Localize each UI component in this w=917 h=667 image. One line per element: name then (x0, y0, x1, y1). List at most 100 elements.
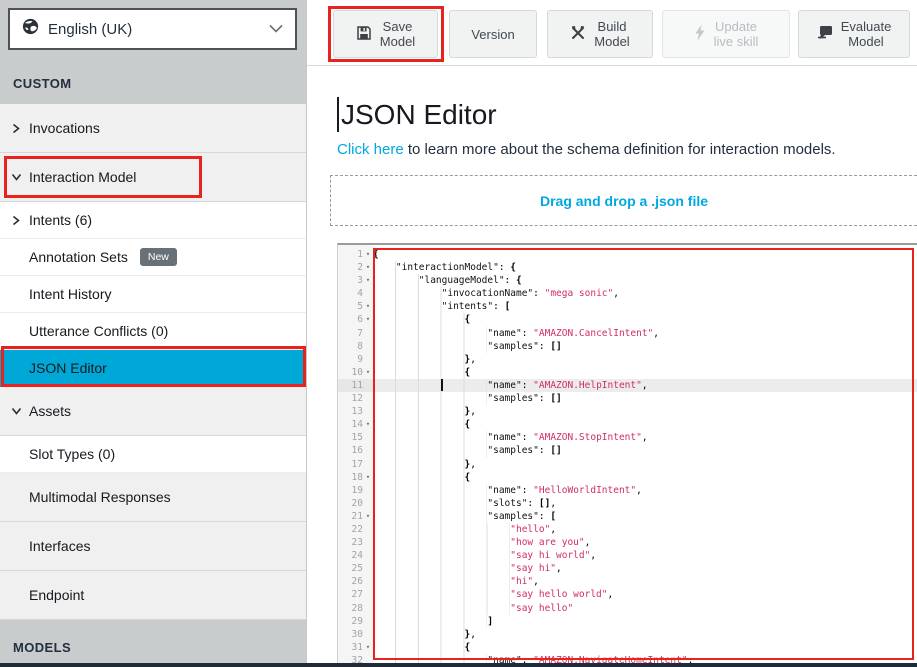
fold-arrow-icon[interactable]: ▾ (363, 261, 373, 274)
gutter-line-2[interactable]: 2▾ (338, 261, 373, 274)
gutter-line-3[interactable]: 3▾ (338, 274, 373, 287)
button-label: Evaluate Model (841, 19, 892, 49)
gutter-line-29[interactable]: 29 (338, 615, 373, 628)
gutter-line-10[interactable]: 10▾ (338, 366, 373, 379)
sidebar-item-assets[interactable]: Assets (0, 387, 306, 436)
section-models-label: MODELS (13, 640, 71, 655)
sidebar-item-label: Utterance Conflicts (0) (0, 323, 168, 339)
gutter-line-12[interactable]: 12 (338, 392, 373, 405)
new-badge: New (140, 248, 177, 266)
code-line-11: "name": "AMAZON.HelpIntent", (373, 379, 917, 392)
gutter-line-8[interactable]: 8 (338, 340, 373, 353)
chevron-down-icon (269, 20, 283, 38)
chevron-right-icon[interactable] (11, 123, 22, 134)
fold-arrow-icon[interactable]: ▾ (363, 313, 373, 326)
gutter-line-26[interactable]: 26 (338, 575, 373, 588)
json-dropzone[interactable]: Drag and drop a .json file (330, 175, 917, 226)
save-model-button[interactable]: Save Model (333, 10, 438, 58)
code-line-22: "hello", (373, 523, 917, 536)
code-line-23: "how are you", (373, 536, 917, 549)
gutter-line-24[interactable]: 24 (338, 549, 373, 562)
code-line-14: { (373, 418, 917, 431)
fold-arrow-icon[interactable]: ▾ (363, 510, 373, 523)
chevron-down-icon[interactable] (11, 406, 22, 417)
text-caret (337, 97, 339, 132)
sidebar-item-interaction-model[interactable]: Interaction Model (0, 153, 306, 202)
sidebar-item-utterance-conflicts-0[interactable]: Utterance Conflicts (0) (0, 313, 306, 350)
fold-arrow-icon[interactable]: ▾ (363, 366, 373, 379)
sidebar-item-intents-6[interactable]: Intents (6) (0, 202, 306, 239)
fold-arrow-icon[interactable]: ▾ (363, 418, 373, 431)
gutter-line-16[interactable]: 16 (338, 444, 373, 457)
code-line-1: { (373, 248, 917, 261)
code-line-20: "slots": [], (373, 497, 917, 510)
code-line-10: { (373, 366, 917, 379)
sidebar-item-label: Interfaces (0, 538, 90, 554)
sidebar-footer: MODELS (0, 620, 306, 667)
sidebar-item-intent-history[interactable]: Intent History (0, 276, 306, 313)
gutter-line-18[interactable]: 18▾ (338, 471, 373, 484)
sidebar-item-multimodal-responses[interactable]: Multimodal Responses (0, 473, 306, 522)
build-model-button[interactable]: Build Model (547, 10, 653, 58)
code-line-28: "say hello" (373, 602, 917, 615)
gutter-line-7[interactable]: 7 (338, 327, 373, 340)
fold-arrow-icon[interactable]: ▾ (363, 471, 373, 484)
code-line-15: "name": "AMAZON.StopIntent", (373, 431, 917, 444)
gutter-line-27[interactable]: 27 (338, 588, 373, 601)
sidebar: English (UK) CUSTOM InvocationsInteracti… (0, 0, 307, 667)
gutter-line-23[interactable]: 23 (338, 536, 373, 549)
gutter-line-19[interactable]: 19 (338, 484, 373, 497)
gutter-line-31[interactable]: 31▾ (338, 641, 373, 654)
gutter-line-17[interactable]: 17 (338, 458, 373, 471)
click-here-link[interactable]: Click here (337, 141, 404, 158)
sidebar-item-label: Annotation Sets (0, 249, 128, 265)
gutter-line-15[interactable]: 15 (338, 431, 373, 444)
globe-icon (22, 18, 39, 40)
code-line-24: "say hi world", (373, 549, 917, 562)
sidebar-item-json-editor[interactable]: JSON Editor (0, 350, 306, 387)
code-line-25: "say hi", (373, 562, 917, 575)
gutter-line-25[interactable]: 25 (338, 562, 373, 575)
sidebar-item-annotation-sets[interactable]: Annotation Sets New (0, 239, 306, 276)
code-line-12: "samples": [] (373, 392, 917, 405)
gutter-line-22[interactable]: 22 (338, 523, 373, 536)
code-line-21: "samples": [ (373, 510, 917, 523)
sidebar-item-label: Slot Types (0) (0, 446, 115, 462)
gutter-line-13[interactable]: 13 (338, 405, 373, 418)
gutter-line-1[interactable]: 1▾ (338, 248, 373, 261)
chevron-down-icon[interactable] (11, 172, 22, 183)
gutter-line-14[interactable]: 14▾ (338, 418, 373, 431)
version-button[interactable]: Version (449, 10, 537, 58)
gutter-line-21[interactable]: 21▾ (338, 510, 373, 523)
code-line-17: }, (373, 458, 917, 471)
gutter-line-28[interactable]: 28 (338, 602, 373, 615)
gutter-line-4[interactable]: 4 (338, 287, 373, 300)
update-live-skill-button: Update live skill (662, 10, 790, 58)
chevron-right-icon[interactable] (11, 215, 22, 226)
gutter-line-11[interactable]: 11 (338, 379, 373, 392)
editor-gutter[interactable]: 1▾2▾3▾45▾6▾78910▾11121314▾15161718▾19202… (338, 245, 373, 667)
json-code-editor[interactable]: 1▾2▾3▾45▾6▾78910▾11121314▾15161718▾19202… (337, 243, 917, 667)
bolt-icon (694, 24, 706, 44)
save-icon (356, 25, 372, 44)
bottom-bar (0, 663, 917, 667)
gutter-line-6[interactable]: 6▾ (338, 313, 373, 326)
evaluate-model-button[interactable]: Evaluate Model (798, 10, 910, 58)
gutter-line-20[interactable]: 20 (338, 497, 373, 510)
sidebar-item-endpoint[interactable]: Endpoint (0, 571, 306, 620)
code-line-27: "say hello world", (373, 588, 917, 601)
sidebar-item-interfaces[interactable]: Interfaces (0, 522, 306, 571)
gutter-line-30[interactable]: 30 (338, 628, 373, 641)
sidebar-item-invocations[interactable]: Invocations (0, 104, 306, 153)
gutter-line-9[interactable]: 9 (338, 353, 373, 366)
fold-arrow-icon[interactable]: ▾ (363, 300, 373, 313)
sidebar-item-slot-types-0[interactable]: Slot Types (0) (0, 436, 306, 473)
language-selector[interactable]: English (UK) (8, 8, 297, 50)
sidebar-item-label: Endpoint (0, 587, 84, 603)
fold-arrow-icon[interactable]: ▾ (363, 248, 373, 261)
fold-arrow-icon[interactable]: ▾ (363, 641, 373, 654)
code-line-4: "invocationName": "mega sonic", (373, 287, 917, 300)
gutter-line-5[interactable]: 5▾ (338, 300, 373, 313)
editor-code[interactable]: {"interactionModel": {"languageModel": {… (373, 245, 917, 667)
fold-arrow-icon[interactable]: ▾ (363, 274, 373, 287)
